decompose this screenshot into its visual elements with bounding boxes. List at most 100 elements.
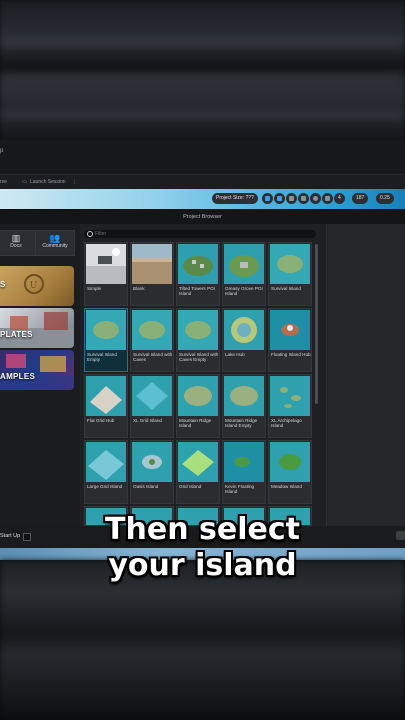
snap-icon[interactable] xyxy=(322,193,333,204)
grid-scrollbar[interactable] xyxy=(315,244,318,404)
templates-thumbnail-icon xyxy=(0,312,74,348)
template-label: Survival Island with Caves Empty xyxy=(179,352,219,363)
template-tile[interactable]: Grid Island xyxy=(176,440,220,504)
template-tile[interactable]: Simple xyxy=(84,242,128,306)
svg-text:U: U xyxy=(30,280,38,291)
category-label: S xyxy=(0,280,6,289)
template-label: Survival Island xyxy=(271,286,301,291)
template-thumbnail xyxy=(270,376,310,416)
filter-input[interactable]: Filter xyxy=(84,230,316,238)
header-fragment-text: p xyxy=(0,148,4,154)
template-tile[interactable]: Meadow Island xyxy=(268,440,312,504)
template-thumbnail xyxy=(86,442,126,482)
template-grid-area: Filter Simple Blank Tilted Towers POI Isla… xyxy=(80,224,326,526)
template-label: Blank xyxy=(133,286,145,291)
template-thumbnail xyxy=(178,442,218,482)
scale-tool-icon[interactable] xyxy=(298,193,309,204)
community-button[interactable]: 👥 Community xyxy=(35,230,75,256)
category-label: PLATES xyxy=(0,330,33,339)
main-toolbar: Project Size: ??? 4 187 0.25 xyxy=(0,189,405,209)
template-tile[interactable]: Survival Island Empty xyxy=(84,308,128,372)
template-thumbnail xyxy=(132,244,172,284)
template-thumbnail xyxy=(86,376,126,416)
template-thumbnail xyxy=(224,442,264,482)
blurred-background-top xyxy=(0,0,405,150)
scale-snap-value[interactable]: 0.25 xyxy=(376,193,394,204)
filter-placeholder: Filter xyxy=(95,231,107,237)
template-thumbnail xyxy=(132,442,172,482)
template-thumbnail xyxy=(224,310,264,350)
template-tile[interactable]: Blank xyxy=(130,242,174,306)
template-thumbnail xyxy=(178,376,218,416)
template-thumbnail xyxy=(270,442,310,482)
template-thumbnail xyxy=(178,244,218,284)
examples-thumbnail-icon xyxy=(0,354,74,390)
details-panel xyxy=(326,224,405,526)
template-tile[interactable]: XL Grid Island xyxy=(130,374,174,438)
template-label: XL Grid Island xyxy=(133,418,162,423)
more-options-icon[interactable]: ⋮ xyxy=(72,179,77,185)
template-label: XL Archipelago Island xyxy=(271,418,302,429)
select-tool-icon[interactable] xyxy=(262,193,273,204)
template-tile[interactable]: Flat Grid Hub xyxy=(84,374,128,438)
template-tile[interactable]: Greasy Grove POI Island xyxy=(222,242,266,306)
template-thumbnail xyxy=(132,310,172,350)
template-tile[interactable]: Survival Island xyxy=(268,242,312,306)
world-space-icon[interactable] xyxy=(310,193,321,204)
template-label: Simple xyxy=(87,286,102,291)
template-tile[interactable]: Survival Island with Caves Empty xyxy=(176,308,220,372)
caption-line-1: Then select xyxy=(105,512,300,547)
menu-fragment-text[interactable]: rse xyxy=(0,179,7,185)
category-sidebar: ▥ Docs 👥 Community U S PLATES AMPLES xyxy=(0,224,80,526)
rotate-tool-icon[interactable] xyxy=(286,193,297,204)
template-thumbnail xyxy=(270,244,310,284)
window-title: Project Browser xyxy=(0,210,405,224)
docs-button[interactable]: ▥ Docs xyxy=(0,230,36,256)
template-thumbnail xyxy=(224,376,264,416)
launch-session-button[interactable]: Launch Session xyxy=(30,179,66,185)
template-thumbnail xyxy=(86,310,126,350)
people-icon: 👥 xyxy=(49,233,61,243)
template-label: Large Grid Island xyxy=(87,484,123,489)
template-thumbnail xyxy=(86,244,126,284)
template-tile[interactable]: Mountain Ridge Island Empty xyxy=(222,374,266,438)
template-label: Greasy Grove POI Island xyxy=(225,286,263,297)
template-thumbnail xyxy=(224,244,264,284)
rotation-snap-value[interactable]: 187 xyxy=(352,193,369,204)
grid-snap-value[interactable]: 4 xyxy=(334,193,345,204)
template-label: Flat Grid Hub xyxy=(87,418,115,423)
template-tile[interactable]: Kevin Floating Island xyxy=(222,440,266,504)
template-tile[interactable]: Mountain Ridge Island xyxy=(176,374,220,438)
template-label: Survival Island Empty xyxy=(87,352,117,363)
template-label: Mountain Ridge Island Empty xyxy=(225,418,258,429)
session-menu-bar: rse ▭ Launch Session ⋮ xyxy=(0,174,405,189)
category-label: AMPLES xyxy=(0,372,36,381)
project-size-button[interactable]: Project Size: ??? xyxy=(212,193,258,204)
move-tool-icon[interactable] xyxy=(274,193,285,204)
category-examples[interactable]: AMPLES xyxy=(0,350,74,390)
launch-session-icon: ▭ xyxy=(22,179,27,185)
search-icon xyxy=(87,231,93,237)
docs-label: Docs xyxy=(10,243,22,249)
template-label: Tilted Towers POI Island xyxy=(179,286,215,297)
template-label: Kevin Floating Island xyxy=(225,484,255,495)
community-label: Community xyxy=(42,243,68,249)
caption-line-2: your island xyxy=(108,548,297,583)
template-tile[interactable]: XL Archipelago Island xyxy=(268,374,312,438)
template-tile[interactable]: Floating Island Hub xyxy=(268,308,312,372)
template-label: Floating Island Hub xyxy=(271,352,311,357)
template-thumbnail xyxy=(178,310,218,350)
category-my-projects[interactable]: U S xyxy=(0,266,74,306)
template-tile[interactable]: Oasis Island xyxy=(130,440,174,504)
category-templates[interactable]: PLATES xyxy=(0,308,74,348)
template-tile[interactable]: Large Grid Island xyxy=(84,440,128,504)
unreal-logo-icon: U xyxy=(24,274,44,294)
template-tile[interactable]: Survival Island with Caves xyxy=(130,308,174,372)
template-label: Oasis Island xyxy=(133,484,159,489)
template-label: Lake Hub xyxy=(225,352,245,357)
template-tile[interactable]: Tilted Towers POI Island xyxy=(176,242,220,306)
template-tile[interactable]: Lake Hub xyxy=(222,308,266,372)
template-label: Grid Island xyxy=(179,484,202,489)
template-thumbnail xyxy=(132,376,172,416)
template-label: Mountain Ridge Island xyxy=(179,418,212,429)
